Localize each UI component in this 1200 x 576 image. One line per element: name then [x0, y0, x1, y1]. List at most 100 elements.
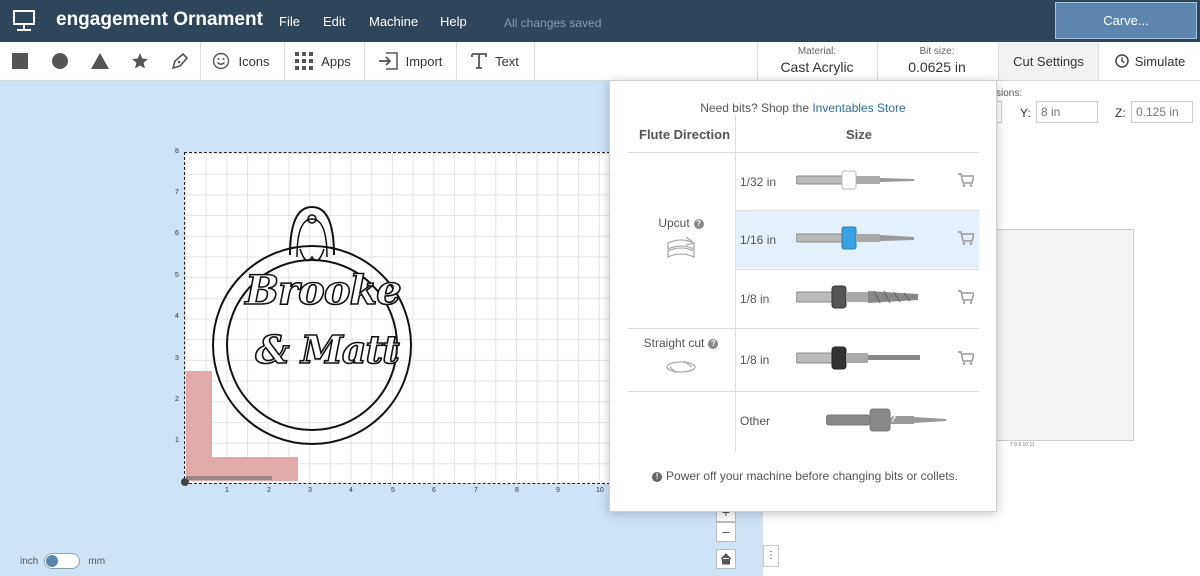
- preview-axis-ticks: 7 8 9 10 11: [1010, 442, 1035, 448]
- text-label: Text: [495, 53, 519, 69]
- shop-bits-prompt: Need bits? Shop the Inventables Store: [610, 101, 996, 115]
- endmill-1-16-icon: [796, 226, 914, 250]
- pen-icon: [171, 52, 189, 70]
- icons-button[interactable]: Icons: [208, 42, 274, 80]
- star-tool[interactable]: [124, 42, 156, 80]
- circle-tool[interactable]: [44, 42, 76, 80]
- bit-size-label: 1/8 in: [740, 353, 770, 367]
- y-tick: 5: [175, 272, 179, 279]
- text-button[interactable]: Text: [464, 42, 526, 80]
- square-tool[interactable]: [4, 42, 36, 80]
- easel-app-icon[interactable]: [12, 9, 36, 31]
- toolbar-divider: [284, 42, 285, 80]
- flute-direction-header: Flute Direction: [639, 127, 731, 142]
- shop-bits-text: Need bits? Shop the: [700, 101, 813, 115]
- icons-label: Icons: [238, 53, 270, 69]
- inventables-store-link[interactable]: Inventables Store: [812, 101, 905, 115]
- simulate-button[interactable]: Simulate: [1100, 42, 1200, 80]
- pen-tool[interactable]: [164, 42, 196, 80]
- menu-edit[interactable]: Edit: [323, 14, 345, 29]
- ornament-design[interactable]: Brooke & Matt: [210, 205, 414, 445]
- menu-file[interactable]: File: [279, 14, 300, 29]
- menu-machine[interactable]: Machine: [369, 14, 418, 29]
- 3d-preview[interactable]: [996, 229, 1134, 441]
- project-title[interactable]: engagement Ornament: [56, 9, 263, 31]
- clamp-bar: [186, 476, 272, 480]
- x-tick: 7: [474, 487, 478, 494]
- bit-option-1-32[interactable]: 1/32 in: [736, 153, 979, 210]
- upcut-flute-icon: [667, 236, 696, 259]
- toolbar-divider: [534, 42, 535, 80]
- more-options-button[interactable]: ⋮: [763, 545, 779, 567]
- unit-mm-label: mm: [88, 555, 106, 567]
- size-header: Size: [846, 127, 873, 142]
- import-button[interactable]: Import: [372, 42, 448, 80]
- x-tick: 2: [267, 487, 271, 494]
- design-text-line-2: & Matt: [255, 326, 401, 373]
- design-text-line-1: Brooke: [244, 266, 402, 315]
- menu-help[interactable]: Help: [440, 14, 467, 29]
- ornament-outline: [212, 205, 412, 445]
- y-tick: 3: [175, 355, 179, 362]
- smiley-icon: [213, 52, 230, 70]
- endmill-1-8-upcut-icon: [796, 285, 918, 309]
- unit-switch[interactable]: [44, 553, 81, 569]
- flute-straight-label: Straight cut?: [628, 336, 734, 350]
- circle-icon: [52, 53, 68, 69]
- y-tick: 2: [175, 396, 179, 403]
- bit-size-value: 0.0625 in: [908, 59, 966, 75]
- bit-size-label: 1/8 in: [740, 292, 770, 306]
- material-value: Cast Acrylic: [780, 59, 854, 75]
- bit-option-1-8-straight[interactable]: 1/8 in: [736, 329, 979, 391]
- y-dimension-input[interactable]: 8 in: [1036, 101, 1098, 123]
- cart-icon[interactable]: [958, 351, 974, 365]
- straight-help-icon[interactable]: ?: [708, 339, 719, 349]
- toolbar-divider: [200, 42, 201, 80]
- unit-toggle[interactable]: inch mm: [20, 553, 105, 569]
- y-tick: 8: [175, 148, 179, 155]
- triangle-icon: [91, 53, 109, 69]
- bit-option-1-8-upcut[interactable]: 1/8 in: [736, 270, 979, 327]
- import-label: Import: [405, 53, 443, 69]
- bit-selection-popover: Need bits? Shop the Inventables Store Fl…: [609, 80, 997, 512]
- upcut-help-icon[interactable]: ?: [693, 219, 704, 229]
- x-tick: 9: [556, 487, 560, 494]
- toolbar-divider: [364, 42, 365, 80]
- apps-button[interactable]: Apps: [292, 42, 354, 80]
- cart-icon[interactable]: [958, 290, 974, 304]
- square-icon: [12, 53, 28, 69]
- triangle-tool[interactable]: [84, 42, 116, 80]
- bit-size-caption: Bit size:: [919, 46, 955, 57]
- simulate-label: Simulate: [1134, 53, 1186, 69]
- material-caption: Material:: [797, 46, 837, 57]
- bit-size-label: 1/32 in: [740, 175, 777, 189]
- top-nav-bar: engagement Ornament File Edit Machine He…: [0, 0, 1200, 42]
- bit-option-other[interactable]: Other ?: [736, 392, 979, 451]
- y-tick: 6: [175, 230, 179, 237]
- dimensions-caption: sions:: [996, 88, 1023, 99]
- zoom-out-button[interactable]: −: [716, 522, 736, 542]
- cut-settings-button[interactable]: Cut Settings: [998, 42, 1099, 80]
- star-icon: [132, 53, 148, 69]
- power-off-warning: ! Power off your machine before changing …: [610, 469, 996, 483]
- cart-icon[interactable]: [958, 173, 974, 187]
- z-dimension-input[interactable]: 0.125 in: [1131, 101, 1193, 123]
- x-tick: 8: [515, 487, 519, 494]
- apps-grid-icon: [295, 52, 314, 70]
- y-dimension-label: Y:: [1020, 106, 1031, 120]
- y-tick: 1: [175, 437, 179, 444]
- warning-icon: !: [652, 472, 663, 482]
- cart-icon[interactable]: [958, 231, 974, 245]
- carve-button[interactable]: Carve...: [1055, 2, 1197, 39]
- bit-option-1-16[interactable]: 1/16 in: [736, 211, 979, 268]
- endmill-1-8-straight-icon: [796, 346, 920, 370]
- home-view-button[interactable]: [716, 549, 736, 569]
- toolbar-divider: [456, 42, 457, 80]
- unit-inch-label: inch: [20, 555, 39, 567]
- apps-label: Apps: [321, 53, 351, 69]
- bit-size-selector[interactable]: Bit size: 0.0625 in: [878, 42, 996, 80]
- clock-icon: [1114, 54, 1129, 68]
- x-tick: 10: [596, 487, 604, 494]
- bit-size-label: Other: [740, 414, 771, 428]
- material-selector[interactable]: Material: Cast Acrylic: [758, 42, 876, 80]
